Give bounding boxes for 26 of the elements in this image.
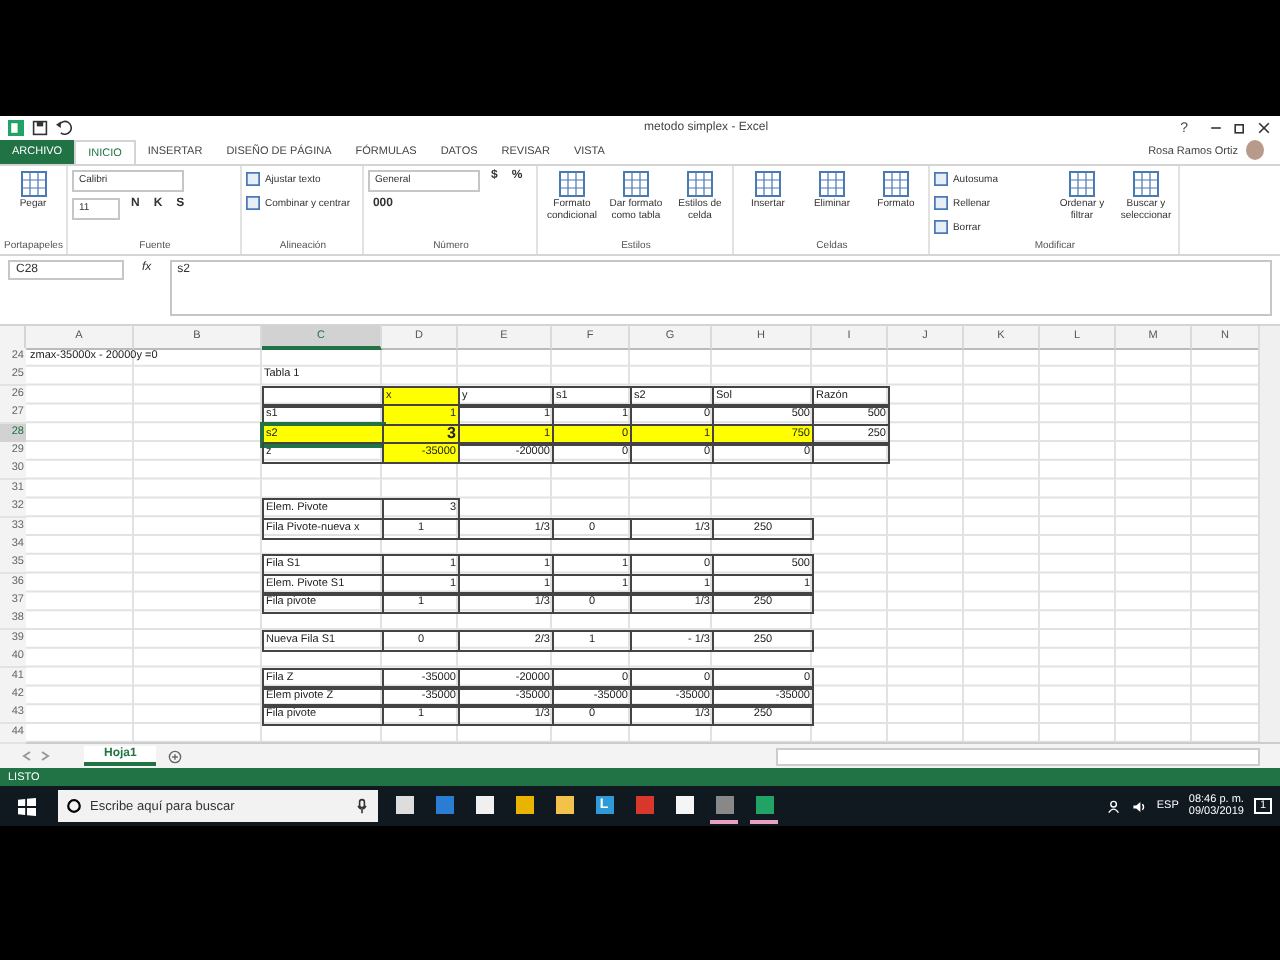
add-sheet-icon[interactable] <box>168 749 183 764</box>
save-icon[interactable] <box>32 120 48 136</box>
circle-icon <box>66 798 82 815</box>
square-icon <box>934 172 949 186</box>
grid-icon <box>557 170 586 198</box>
square-icon <box>246 196 261 210</box>
grid-icon <box>621 170 650 198</box>
grid-icon <box>685 170 714 198</box>
windows-logo-icon[interactable] <box>18 797 36 816</box>
people-icon[interactable] <box>1108 799 1123 814</box>
close-icon[interactable] <box>1256 120 1272 136</box>
grid-icon <box>753 170 782 198</box>
grid-icon <box>19 170 47 198</box>
horizontal-scrollbar[interactable] <box>776 747 1260 766</box>
grid-icon <box>1067 170 1096 198</box>
restore-icon[interactable] <box>1232 120 1248 136</box>
grid-icon <box>1131 170 1160 198</box>
speaker-icon[interactable] <box>1132 799 1147 814</box>
square-icon <box>246 172 261 186</box>
vertical-scrollbar[interactable] <box>1258 326 1280 743</box>
square-icon <box>934 220 949 234</box>
grid-icon <box>817 170 846 198</box>
square-icon <box>934 196 949 210</box>
undo-icon[interactable] <box>56 120 72 136</box>
microphone-icon[interactable] <box>354 798 370 815</box>
grid-icon <box>881 170 910 198</box>
